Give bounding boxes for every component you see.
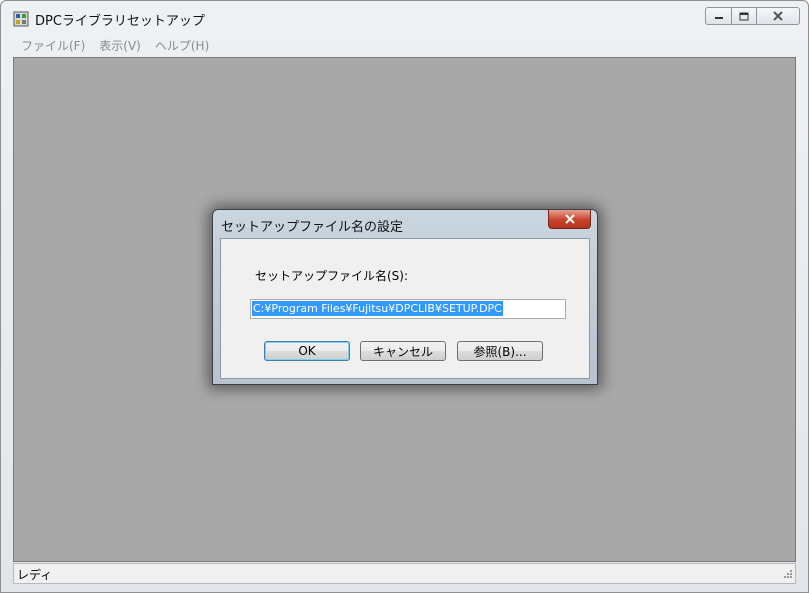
dialog-body: セットアップファイル名(S): C:¥Program Files¥Fujitsu… (220, 238, 590, 379)
maximize-icon (739, 12, 749, 20)
status-bar: レディ (13, 563, 796, 584)
menu-help[interactable]: ヘルプ(H) (155, 37, 209, 54)
caption-buttons (705, 7, 800, 25)
setup-file-input[interactable]: C:¥Program Files¥Fujitsu¥DPCLIB¥SETUP.DP… (250, 299, 566, 319)
dialog-close-button[interactable] (548, 210, 591, 229)
menu-bar: ファイル(F) 表示(V) ヘルプ(H) (8, 35, 800, 55)
title-bar[interactable]: DPCライブラリセットアップ (1, 1, 808, 35)
minimize-button[interactable] (705, 7, 732, 25)
dialog-title: セットアップファイル名の設定 (221, 220, 404, 235)
close-button[interactable] (756, 7, 800, 25)
status-text: レディ (17, 568, 53, 582)
resize-grip-icon[interactable] (781, 569, 793, 581)
setup-file-input-value: C:¥Program Files¥Fujitsu¥DPCLIB¥SETUP.DP… (252, 301, 503, 316)
setup-file-dialog: セットアップファイル名の設定 セットアップファイル名(S): C:¥Progra… (212, 209, 598, 385)
setup-file-label: セットアップファイル名(S): (255, 269, 409, 283)
menu-view[interactable]: 表示(V) (99, 37, 141, 54)
browse-button[interactable]: 参照(B)... (457, 341, 543, 361)
close-icon (564, 214, 575, 224)
close-icon (773, 11, 783, 21)
cancel-button[interactable]: キャンセル (360, 341, 446, 361)
maximize-button[interactable] (731, 7, 757, 25)
app-icon (13, 11, 29, 27)
window-title: DPCライブラリセットアップ (35, 14, 205, 29)
minimize-icon (714, 17, 723, 19)
ok-button[interactable]: OK (264, 341, 350, 361)
menu-file[interactable]: ファイル(F) (21, 37, 85, 54)
